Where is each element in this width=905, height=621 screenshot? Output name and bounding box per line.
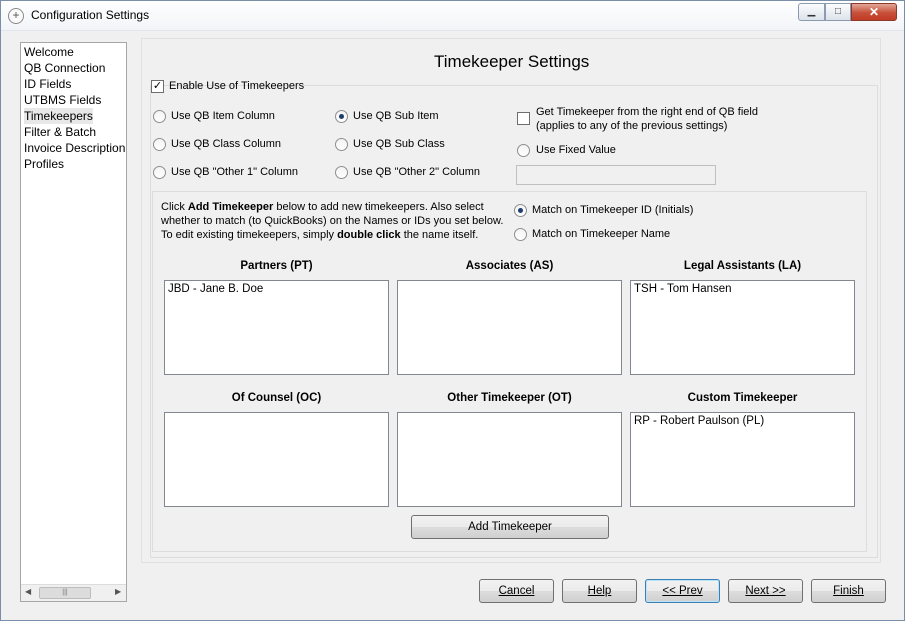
partners-listbox[interactable]: JBD - Jane B. Doe [164,280,389,375]
radio-qb-other2-column-label: Use QB "Other 2" Column [353,166,481,178]
radio-qb-other2-column[interactable] [335,166,348,179]
radio-qb-item-column-label: Use QB Item Column [171,110,275,122]
radio-qb-sub-class[interactable] [335,138,348,151]
minimize-button[interactable]: ▁ [798,3,825,21]
radio-qb-class-column[interactable] [153,138,166,151]
radio-match-id-label: Match on Timekeeper ID (Initials) [532,204,694,216]
legal-assistants-listbox[interactable]: TSH - Tom Hansen [630,280,855,375]
associates-listbox[interactable] [397,280,622,375]
page-title: Timekeeper Settings [434,52,590,71]
associates-list-title: Associates (AS) [465,260,554,272]
scroll-thumb[interactable]: ||| [39,587,91,599]
nav-item-id-fields[interactable]: ID Fields [24,76,71,92]
nav-item-timekeepers[interactable]: Timekeepers [24,108,93,124]
add-timekeeper-button[interactable]: Add Timekeeper [411,515,609,539]
nav-horizontal-scrollbar[interactable]: ◀ ||| ▶ [21,584,126,601]
instructions-line2: whether to match (to QuickBooks) on the … [161,215,504,227]
instructions-line3: To edit existing timekeepers, simply dou… [161,229,479,241]
window-title: Configuration Settings [31,8,150,22]
close-button[interactable]: ✕ [851,3,897,21]
radio-match-name[interactable] [514,228,527,241]
scroll-right-icon[interactable]: ▶ [115,587,121,596]
nav-item-qb-connection[interactable]: QB Connection [24,60,105,76]
cancel-button[interactable]: Cancel [479,579,554,603]
right-end-label-line2: (applies to any of the previous settings… [536,120,728,132]
list-item[interactable]: RP - Robert Paulson (PL) [634,415,764,427]
radio-qb-other1-column-label: Use QB "Other 1" Column [171,166,299,178]
legal-assistants-list-title: Legal Assistants (LA) [683,260,802,272]
partners-list-title: Partners (PT) [240,260,313,272]
instructions-line1: Click Add Timekeeper below to add new ti… [161,201,484,213]
radio-qb-sub-class-label: Use QB Sub Class [353,138,445,150]
prev-button[interactable]: << Prev [645,579,720,603]
app-icon: + [8,8,24,24]
title-bar: + Configuration Settings ▁ □ ✕ [1,1,904,31]
other-timekeeper-listbox[interactable] [397,412,622,507]
right-end-label-line1: Get Timekeeper from the right end of QB … [536,106,758,118]
other-timekeeper-list-title: Other Timekeeper (OT) [447,392,572,404]
custom-timekeeper-list-title: Custom Timekeeper [687,392,798,404]
nav-item-profiles[interactable]: Profiles [24,156,64,172]
settings-nav-list: Welcome QB Connection ID Fields UTBMS Fi… [20,42,127,602]
right-end-checkbox[interactable] [517,112,530,125]
enable-timekeepers-label: Enable Use of Timekeepers [169,80,305,92]
custom-timekeeper-listbox[interactable]: RP - Robert Paulson (PL) [630,412,855,507]
nav-item-welcome[interactable]: Welcome [24,44,74,60]
config-window: + Configuration Settings ▁ □ ✕ Welcome Q… [0,0,905,621]
radio-qb-sub-item[interactable] [335,110,348,123]
radio-qb-item-column[interactable] [153,110,166,123]
radio-qb-sub-item-label: Use QB Sub Item [353,110,439,122]
of-counsel-list-title: Of Counsel (OC) [231,392,322,404]
list-item[interactable]: JBD - Jane B. Doe [168,283,263,295]
finish-button[interactable]: Finish [811,579,886,603]
radio-fixed-value[interactable] [517,144,530,157]
scroll-left-icon[interactable]: ◀ [25,587,31,596]
enable-timekeepers-checkbox[interactable]: ✓ [151,80,164,93]
radio-qb-other1-column[interactable] [153,166,166,179]
nav-item-invoice-description[interactable]: Invoice Description [24,140,125,156]
radio-fixed-value-label: Use Fixed Value [536,144,616,156]
of-counsel-listbox[interactable] [164,412,389,507]
radio-qb-class-column-label: Use QB Class Column [171,138,282,150]
radio-match-name-label: Match on Timekeeper Name [532,228,671,240]
maximize-button[interactable]: □ [825,3,851,21]
nav-item-filter-batch[interactable]: Filter & Batch [24,124,96,140]
next-button[interactable]: Next >> [728,579,803,603]
fixed-value-input[interactable] [516,165,716,185]
help-button[interactable]: Help [562,579,637,603]
radio-match-id[interactable] [514,204,527,217]
nav-item-utbms-fields[interactable]: UTBMS Fields [24,92,101,108]
list-item[interactable]: TSH - Tom Hansen [634,283,732,295]
